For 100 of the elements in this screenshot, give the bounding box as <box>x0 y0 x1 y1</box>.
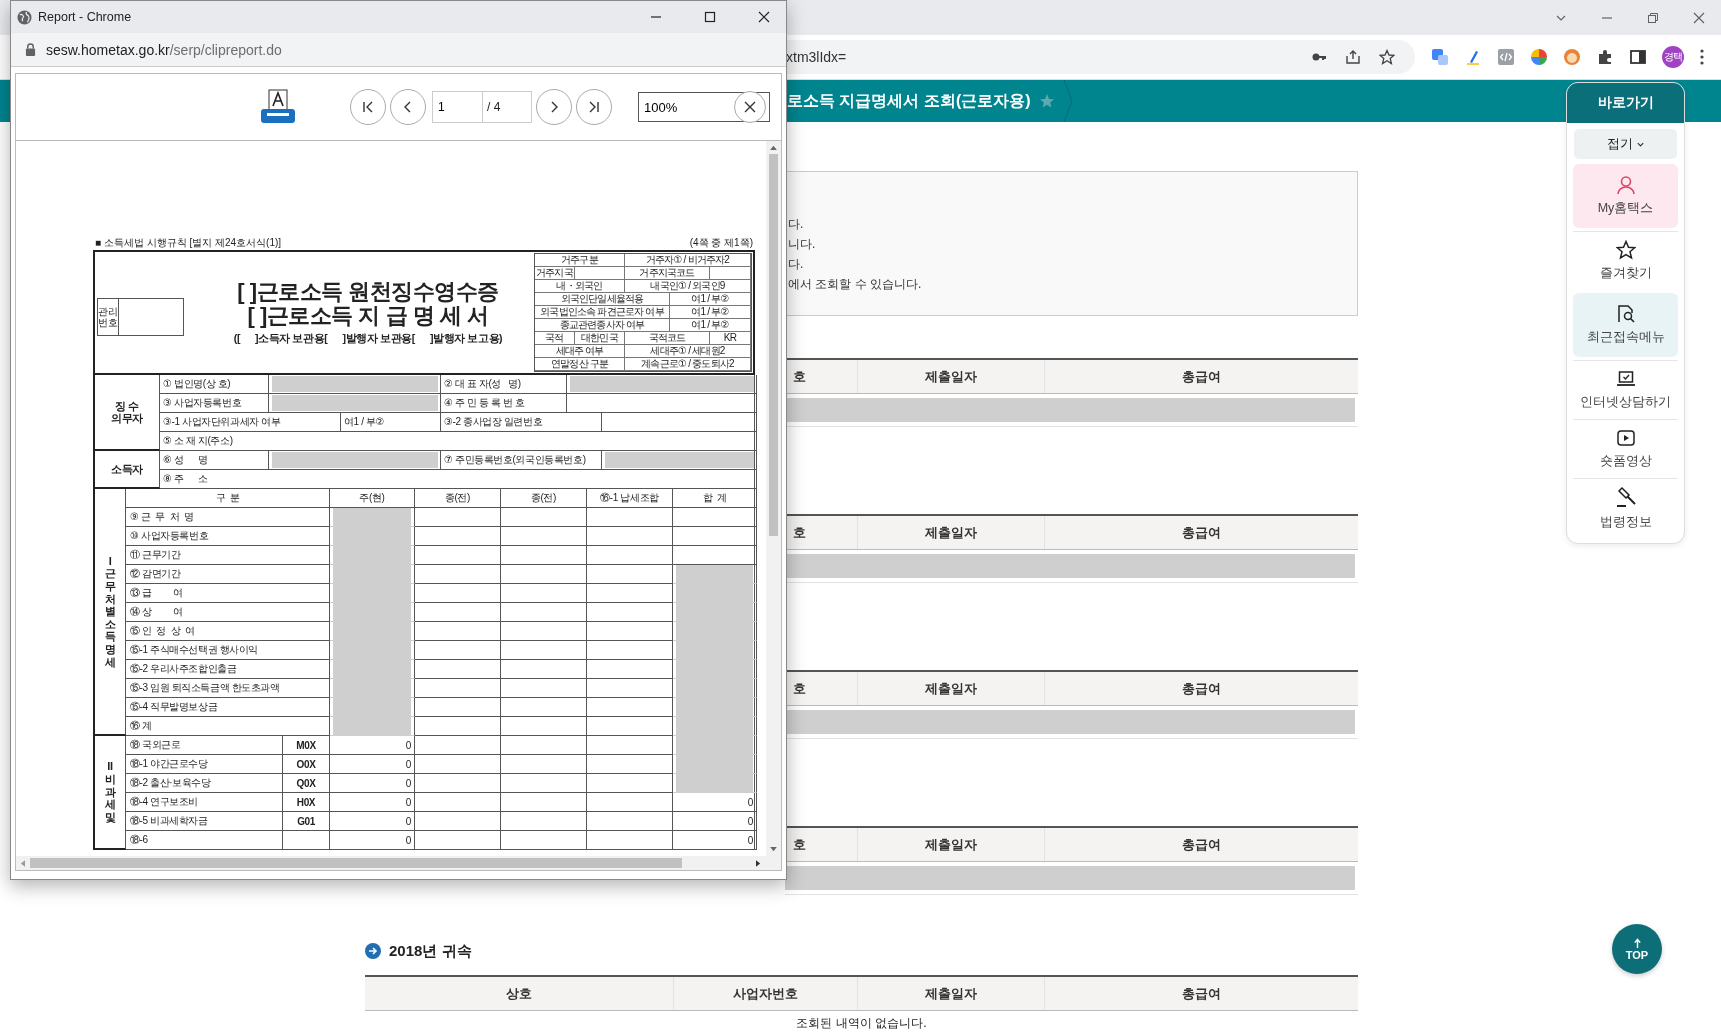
arrow-up-icon <box>1632 937 1642 949</box>
column-header: 제출일자 <box>858 977 1045 1010</box>
close-icon <box>743 100 757 114</box>
status-field: 계속근로① / 중도퇴사2 <box>641 358 734 369</box>
amount: 0 <box>747 796 753 808</box>
horizontal-scrollbar[interactable] <box>16 856 781 870</box>
translate-icon[interactable] <box>1431 48 1449 66</box>
column-header: 종(전) <box>530 491 557 505</box>
puzzle-icon[interactable] <box>1596 48 1614 66</box>
row-label: ⑱-1 야간근로수당 <box>130 757 208 771</box>
status-field: 내국인① / 외국인9 <box>650 280 725 291</box>
column-header: ⑯-1 납세조합 <box>600 491 659 505</box>
window-title: Report - Chrome <box>38 10 133 24</box>
status-field: 거주자① / 비거주자2 <box>645 254 730 265</box>
row-label: ⑮-4 직무발명보상금 <box>130 700 218 714</box>
printer-icon[interactable] <box>259 89 297 125</box>
page-count: / 4 <box>486 99 501 116</box>
item-code: H0X <box>296 796 316 808</box>
laptop-icon <box>1615 369 1636 389</box>
column-header: 총급여 <box>1181 367 1222 386</box>
side-panel-icon[interactable] <box>1629 48 1647 66</box>
amount: 0 <box>405 815 411 827</box>
code-icon[interactable] <box>1497 48 1515 66</box>
amount: 0 <box>405 758 411 770</box>
management-number-label: 관리 번호 <box>98 299 119 335</box>
row-label: ⑪ 근무기간 <box>130 548 181 562</box>
scroll-up-icon[interactable] <box>770 145 777 150</box>
field-label: ④ 주 민 등 록 번 호 <box>444 396 525 410</box>
form-title: [ ]근로소득 지 급 명 세 서 <box>247 303 489 328</box>
scroll-down-icon[interactable] <box>770 847 777 852</box>
favorite-star-icon[interactable] <box>1038 93 1055 109</box>
collapse-button[interactable]: 접기 <box>1574 129 1677 159</box>
back-to-top-button[interactable]: TOP <box>1612 924 1662 974</box>
quick-menu-item[interactable]: 즐겨찾기 <box>1573 231 1678 290</box>
profile-avatar[interactable]: 경택 <box>1662 46 1684 68</box>
quick-menu-item[interactable]: 숏폼영상 <box>1573 419 1678 478</box>
star-icon[interactable] <box>1379 49 1395 65</box>
column-header: 총급여 <box>1181 984 1222 1003</box>
field-label: ② 대 표 자(성 명) <box>444 377 521 391</box>
party-label: 소득자 <box>110 462 144 476</box>
color-wheel-icon[interactable] <box>1530 48 1548 66</box>
restore-icon[interactable] <box>1647 11 1659 24</box>
column-header: 종(전) <box>444 491 471 505</box>
previous-page-button[interactable] <box>390 89 426 125</box>
last-page-button[interactable] <box>576 89 612 125</box>
column-header: 사업자번호 <box>674 977 858 1010</box>
first-page-button[interactable] <box>350 89 386 125</box>
form-title: [ ]근로소득 원천징수영수증 <box>237 279 499 304</box>
empty-message: 조회된 내역이 없습니다. <box>796 1014 927 1032</box>
share-icon[interactable] <box>1345 49 1361 65</box>
row-label: ⑯ 계 <box>130 719 152 733</box>
next-page-button[interactable] <box>536 89 572 125</box>
field-label: ③-1 사업자단위과세자 여부 <box>163 415 281 429</box>
status-field: 내・외국인 <box>556 280 603 291</box>
column-header: 총급여 <box>1181 523 1222 542</box>
field-label: ① 법인명(상 호) <box>163 377 231 391</box>
column-header: 제출일자 <box>858 516 1045 549</box>
scroll-right-icon[interactable] <box>756 859 761 867</box>
vertical-scrollbar[interactable] <box>766 141 781 856</box>
field-label: ③-2 종사업장 일련번호 <box>444 415 543 429</box>
status-field: 여1 / 부② <box>691 319 729 330</box>
column-header: 제출일자 <box>858 360 1045 393</box>
row-label: ⑱-6 <box>130 833 148 847</box>
column-header: 주(현) <box>359 491 385 505</box>
quick-menu-item[interactable]: 최근접속메뉴 <box>1573 293 1678 357</box>
zoom-field[interactable]: 100% <box>638 92 770 122</box>
status-field: 거주구분 <box>561 254 598 265</box>
page-number-field[interactable]: 1 / 4 <box>432 91 532 123</box>
menu-icon[interactable] <box>1699 48 1705 66</box>
row-label: ⑱-5 비과세학자금 <box>130 814 208 828</box>
maximize-icon[interactable] <box>704 11 716 23</box>
pen-icon[interactable] <box>1464 48 1482 66</box>
close-icon[interactable] <box>758 11 770 23</box>
row-label: ⑮-1 주식매수선택권 행사이익 <box>130 643 259 657</box>
lock-icon <box>25 43 36 56</box>
field-label: ⑥ 성 명 <box>163 453 208 467</box>
section-title: 2018년 귀속 <box>389 941 472 961</box>
item-code: O0X <box>296 758 316 770</box>
item-code: M0X <box>296 739 316 751</box>
row-label: ⑱-2 출산·보육수당 <box>130 776 211 790</box>
column-header: 합 계 <box>702 491 727 505</box>
clear-button[interactable] <box>734 91 766 123</box>
status-field: 국적코드 <box>648 332 686 343</box>
notice-text: 에서 조회할 수 있습니다. <box>788 276 923 293</box>
row-label: ⑨ 근 무 처 명 <box>130 510 194 524</box>
row-label: ⑩ 사업자등록번호 <box>130 529 209 543</box>
star-icon <box>1615 240 1636 260</box>
quick-menu-item[interactable]: My홈택스 <box>1573 164 1678 228</box>
page-title: 로소득 지급명세서 조회(근로자용) <box>787 90 1031 111</box>
quick-menu-item[interactable]: 인터넷상담하기 <box>1573 360 1678 419</box>
page-note: (4쪽 중 제1쪽) <box>689 236 753 250</box>
play-icon <box>1615 428 1636 448</box>
row-label: ⑫ 감면기간 <box>130 567 181 581</box>
quick-menu-item[interactable]: 법령정보 <box>1573 478 1678 537</box>
column-header: 제출일자 <box>858 672 1045 705</box>
extension-icon[interactable] <box>1563 48 1581 66</box>
amount: 0 <box>405 777 411 789</box>
notice-text: 다. <box>788 256 805 273</box>
field-label: ⑧ 주 소 <box>163 472 208 486</box>
globe-icon <box>17 9 32 25</box>
